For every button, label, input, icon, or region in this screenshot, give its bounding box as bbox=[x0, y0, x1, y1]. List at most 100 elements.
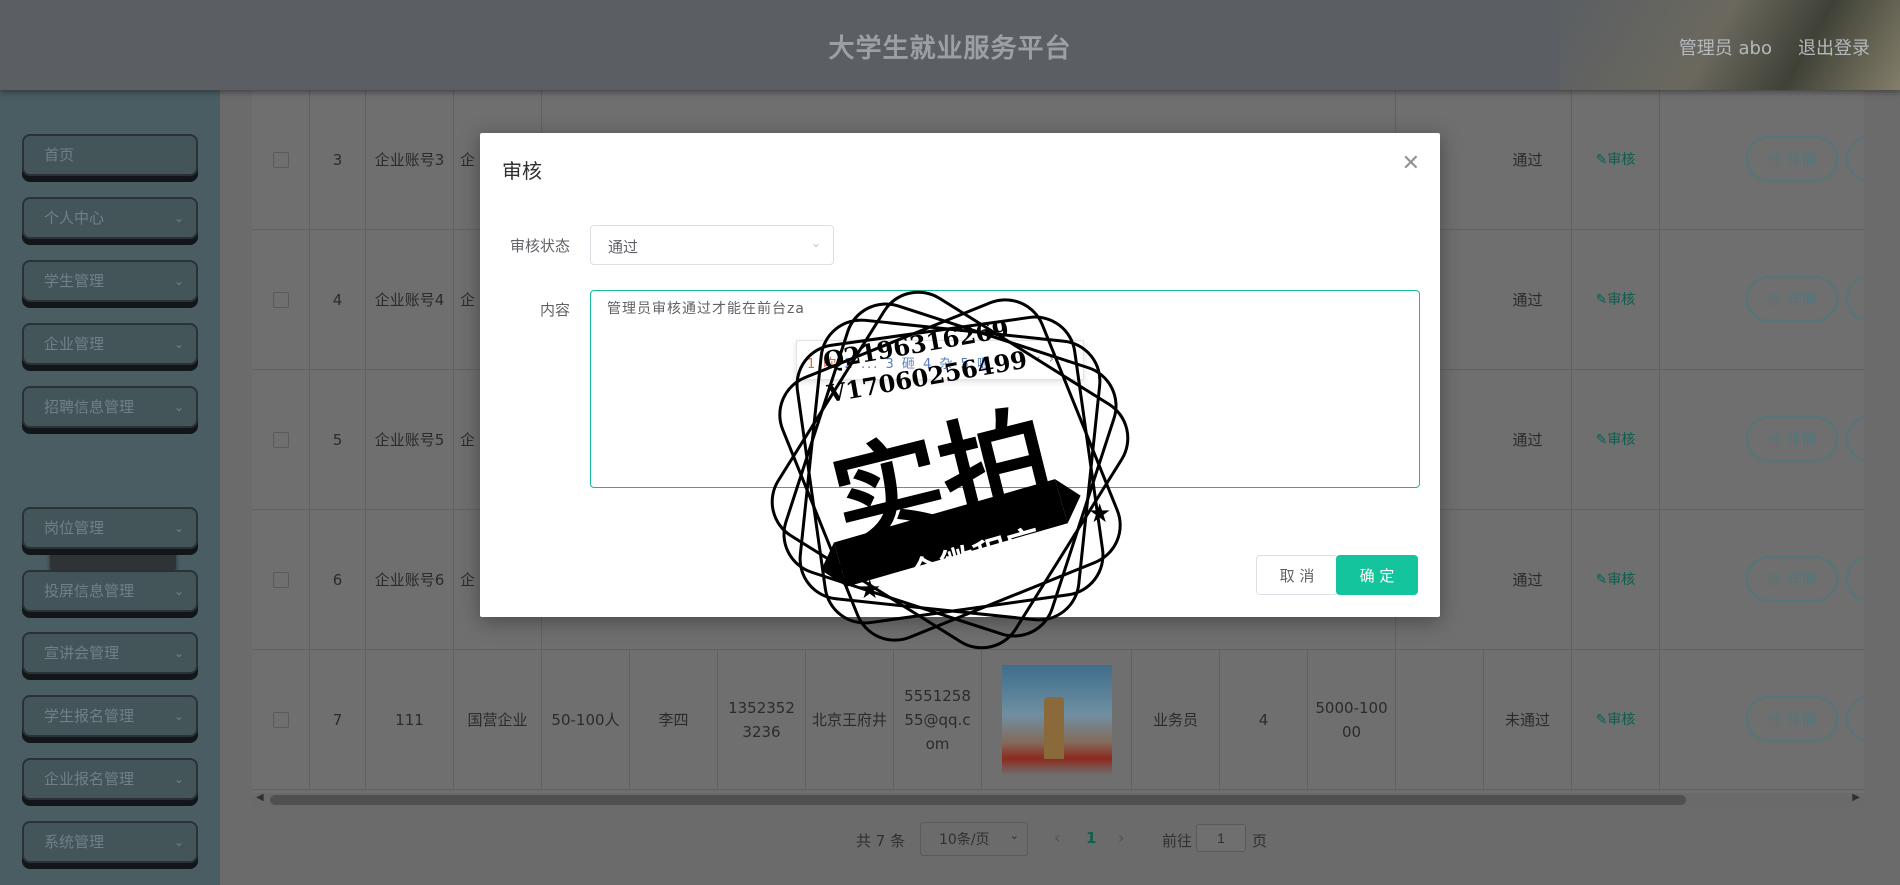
row-index: 6 bbox=[310, 510, 366, 650]
sidebar-item-label: 宣讲会管理 bbox=[44, 644, 120, 662]
audit-link[interactable]: 审核 bbox=[1607, 288, 1635, 312]
row-checkbox-cell[interactable] bbox=[252, 510, 310, 650]
audit-cell[interactable]: ✎ 审核 bbox=[1572, 510, 1660, 650]
next-page-icon[interactable]: › bbox=[1118, 828, 1124, 847]
row-index: 7 bbox=[310, 650, 366, 790]
cancel-button[interactable]: 取 消 bbox=[1256, 555, 1338, 595]
audit-link[interactable]: 审核 bbox=[1607, 568, 1635, 592]
audit-cell[interactable]: ✎ 审核 bbox=[1572, 90, 1660, 230]
row-checkbox-cell[interactable] bbox=[252, 650, 310, 790]
sidebar-item-seminars[interactable]: 宣讲会管理 ⌄ bbox=[22, 632, 198, 674]
row-checkbox-cell[interactable] bbox=[252, 230, 310, 370]
email-cell: 555125855@qq.com bbox=[894, 650, 982, 790]
ime-page-icon[interactable]: ‹ › ⌄ bbox=[1035, 352, 1075, 367]
sidebar-item-label: 招聘信息管理 bbox=[44, 398, 135, 416]
document-icon: ▤ bbox=[1767, 710, 1787, 728]
current-page[interactable]: 1 bbox=[1086, 829, 1096, 847]
sidebar-item-system[interactable]: 系统管理 ⌄ bbox=[22, 821, 198, 863]
account-cell: 111 bbox=[366, 650, 454, 790]
sidebar-item-positions[interactable]: 岗位管理 ⌄ bbox=[22, 507, 198, 549]
more-button[interactable] bbox=[1846, 136, 1864, 182]
chevron-down-icon: ⌄ bbox=[1009, 829, 1019, 842]
sidebar-item-label: 首页 bbox=[44, 146, 75, 164]
row-checkbox[interactable] bbox=[272, 712, 289, 728]
audit-cell[interactable]: ✎ 审核 bbox=[1572, 650, 1660, 790]
person-cell: 李四 bbox=[630, 650, 718, 790]
scrollbar-thumb[interactable] bbox=[270, 795, 1686, 805]
detail-button[interactable]: ▤ 详情 bbox=[1746, 416, 1838, 462]
sidebar-item-screen[interactable]: 投屏信息管理 ⌄ bbox=[22, 570, 198, 612]
goto-page-input[interactable] bbox=[1196, 824, 1246, 852]
account-cell: 企业账号5 bbox=[366, 370, 454, 510]
company-image bbox=[1001, 665, 1112, 775]
count-cell: 4 bbox=[1220, 650, 1308, 790]
horizontal-scrollbar[interactable]: ◀ ▶ bbox=[252, 792, 1864, 807]
current-user: 管理员 abo bbox=[1678, 38, 1772, 59]
audit-link[interactable]: 审核 bbox=[1607, 428, 1635, 452]
status-cell: 通过 bbox=[1484, 510, 1572, 650]
detail-button[interactable]: ▤ 详情 bbox=[1746, 696, 1838, 742]
account-cell: 企业账号4 bbox=[366, 230, 454, 370]
content-label: 内容 bbox=[539, 301, 570, 319]
sidebar-item-label: 企业报名管理 bbox=[44, 770, 135, 788]
app-title: 大学生就业服务平台 bbox=[828, 34, 1072, 64]
audit-status-select[interactable]: 通过 ⌄ bbox=[590, 225, 834, 265]
status-cell: 通过 bbox=[1484, 370, 1572, 510]
type-cell: 国营企业 bbox=[454, 650, 542, 790]
edit-icon: ✎ bbox=[1595, 432, 1608, 448]
row-checkbox-cell[interactable] bbox=[252, 90, 310, 230]
detail-button[interactable]: ▤ 详情 bbox=[1746, 276, 1838, 322]
scroll-right-icon[interactable]: ▶ bbox=[1852, 792, 1860, 803]
detail-button[interactable]: ▤ 详情 bbox=[1746, 136, 1838, 182]
row-checkbox[interactable] bbox=[272, 432, 289, 448]
row-checkbox[interactable] bbox=[272, 152, 289, 168]
sidebar-item-students[interactable]: 学生管理 ⌄ bbox=[22, 260, 198, 302]
sidebar-item-company-signup[interactable]: 企业报名管理 ⌄ bbox=[22, 758, 198, 800]
account-cell: 企业账号6 bbox=[366, 510, 454, 650]
empty-cell bbox=[1396, 650, 1484, 790]
chevron-down-icon: ⌄ bbox=[173, 835, 184, 849]
dialog-title: 审核 bbox=[502, 159, 542, 183]
page-size-value: 10条/页 bbox=[939, 832, 990, 848]
edit-icon: ✎ bbox=[1595, 572, 1608, 588]
chevron-down-icon: ⌄ bbox=[173, 584, 184, 598]
row-checkbox[interactable] bbox=[272, 292, 289, 308]
more-button[interactable] bbox=[1846, 556, 1864, 602]
account-cell: 企业账号3 bbox=[366, 90, 454, 230]
table-row: 7 111 国营企业 50-100人 李四 13523523236 北京王府井 … bbox=[252, 650, 1864, 790]
more-button[interactable] bbox=[1846, 276, 1864, 322]
salary-cell: 5000-10000 bbox=[1308, 650, 1396, 790]
page-size-select[interactable]: 10条/页 ⌄ bbox=[920, 822, 1028, 856]
row-checkbox[interactable] bbox=[272, 572, 289, 588]
image-cell bbox=[982, 650, 1132, 790]
sidebar-item-home[interactable]: 首页 bbox=[22, 134, 198, 176]
detail-button[interactable]: ▤ 详情 bbox=[1746, 556, 1838, 602]
sidebar-item-companies[interactable]: 企业管理 ⌄ bbox=[22, 323, 198, 365]
edit-icon: ✎ bbox=[1595, 292, 1608, 308]
audit-cell[interactable]: ✎ 审核 bbox=[1572, 230, 1660, 370]
sidebar-item-label: 投屏信息管理 bbox=[44, 582, 135, 600]
sidebar-item-label: 学生管理 bbox=[44, 272, 105, 290]
chevron-down-icon: ⌄ bbox=[173, 709, 184, 723]
page-suffix: 页 bbox=[1252, 832, 1268, 850]
sidebar-item-label: 学生报名管理 bbox=[44, 707, 135, 725]
row-checkbox-cell[interactable] bbox=[252, 370, 310, 510]
prev-page-icon[interactable]: ‹ bbox=[1054, 828, 1060, 847]
chevron-down-icon: ⌄ bbox=[173, 521, 184, 535]
audit-link[interactable]: 审核 bbox=[1607, 708, 1635, 732]
confirm-button[interactable]: 确 定 bbox=[1336, 555, 1418, 595]
document-icon: ▤ bbox=[1767, 150, 1787, 168]
scroll-left-icon[interactable]: ◀ bbox=[256, 792, 264, 803]
chevron-down-icon: ⌄ bbox=[173, 400, 184, 414]
sidebar-item-recruitment[interactable]: 招聘信息管理 ⌄ bbox=[22, 386, 198, 428]
status-label: 审核状态 bbox=[509, 237, 570, 255]
sidebar-item-student-signup[interactable]: 学生报名管理 ⌄ bbox=[22, 695, 198, 737]
more-button[interactable] bbox=[1846, 416, 1864, 462]
detail-label: 详情 bbox=[1786, 150, 1817, 168]
audit-cell[interactable]: ✎ 审核 bbox=[1572, 370, 1660, 510]
more-button[interactable] bbox=[1846, 696, 1864, 742]
close-icon[interactable]: ✕ bbox=[1402, 151, 1420, 176]
sidebar-item-profile[interactable]: 个人中心 ⌄ bbox=[22, 197, 198, 239]
logout-button[interactable]: 退出登录 bbox=[1798, 34, 1870, 60]
audit-link[interactable]: 审核 bbox=[1607, 148, 1635, 172]
